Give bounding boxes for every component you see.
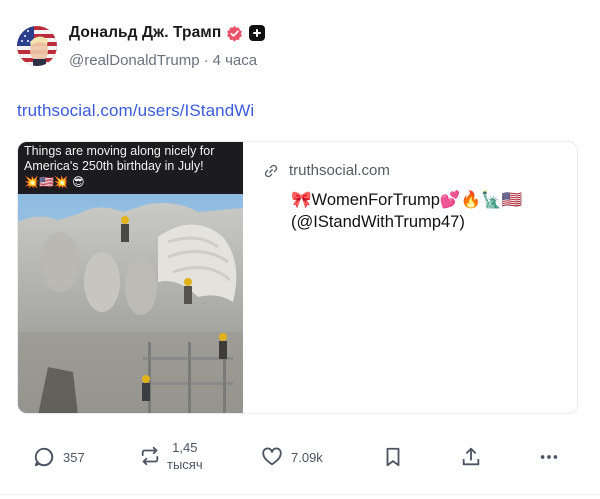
post-header: Дональд Дж. Трамп @realDonaldTrump · 4 ч… [17,22,266,69]
handle[interactable]: @realDonaldTrump [69,52,200,69]
plus-icon [249,25,266,41]
retruth-count-unit: тысяч [167,457,203,472]
meta-separator: · [203,52,209,69]
image-caption-text: Things are moving along nicely for Ameri… [24,144,215,173]
link-icon [264,164,278,177]
display-name[interactable]: Дональд Дж. Трамп [69,24,221,42]
share-icon [462,447,480,466]
retruth-button[interactable]: 1,45 тысяч [139,439,203,473]
reply-count: 357 [63,449,85,465]
retruth-count-number: 1,45 [172,440,198,455]
card-domain-row: truthsocial.com [263,162,531,179]
bookmark-icon [386,447,400,467]
comment-icon [34,447,54,467]
divider [0,494,600,495]
retruth-count: 1,45 тысяч [167,439,203,473]
avatar[interactable] [17,26,57,66]
name-row: Дональд Дж. Трамп [69,22,266,44]
card-image: Things are moving along nicely for Ameri… [18,142,243,413]
card-title: 🎀WomenForTrump💕🔥🗽🇺🇸 (@IStandWithTrump47) [291,189,531,233]
retruth-icon [141,446,159,466]
more-icon [540,455,558,459]
like-count: 7.09k [291,449,323,465]
author-meta: Дональд Дж. Трамп @realDonaldTrump · 4 ч… [69,22,266,69]
card-title-line2: (@IStandWithTrump47) [291,213,465,231]
like-button[interactable]: 7.09k [261,446,323,468]
share-button[interactable] [460,446,482,468]
action-bar: 357 1,45 тысяч 7.09k [0,436,600,480]
card-info: truthsocial.com 🎀WomenForTrump💕🔥🗽🇺🇸 (@IS… [243,142,531,413]
image-caption: Things are moving along nicely for Ameri… [18,142,243,194]
link-preview-card[interactable]: Things are moving along nicely for Ameri… [17,141,578,414]
verified-icon [227,25,243,42]
card-domain: truthsocial.com [289,162,390,179]
post: Дональд Дж. Трамп @realDonaldTrump · 4 ч… [0,0,600,499]
post-time[interactable]: 4 часа [213,52,258,69]
card-title-line1: 🎀WomenForTrump💕🔥🗽🇺🇸 [291,191,523,209]
heart-icon [262,447,282,466]
bookmark-button[interactable] [382,446,404,468]
more-options-button[interactable] [538,446,560,468]
image-caption-emoji: 💥🇺🇸💥 😎 [24,175,85,189]
post-link[interactable]: truthsocial.com/users/IStandWi [17,101,254,121]
handle-row: @realDonaldTrump · 4 часа [69,52,265,69]
reply-button[interactable]: 357 [33,446,85,468]
